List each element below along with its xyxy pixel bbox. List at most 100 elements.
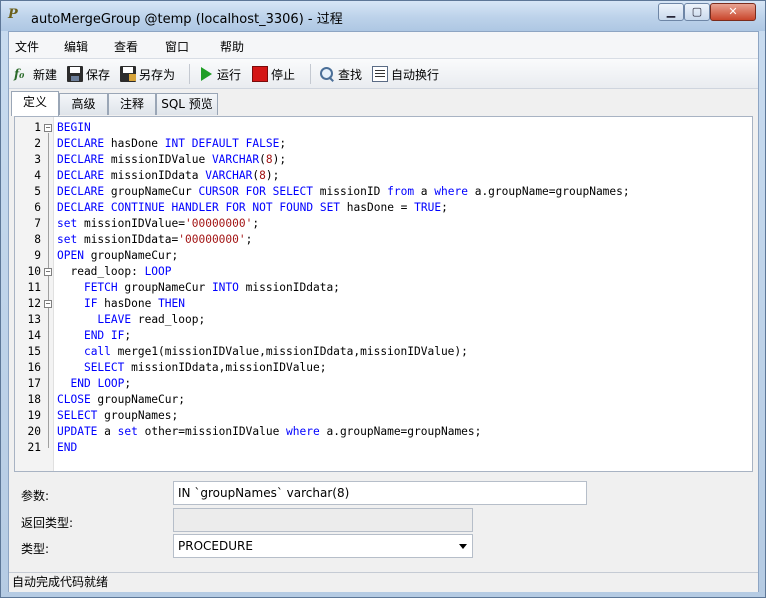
line-number: 1 xyxy=(34,121,41,134)
new-button[interactable]: f₀ 新建 xyxy=(14,65,57,83)
code-line[interactable]: 15 call merge1(missionIDValue,missionIDd… xyxy=(15,344,752,360)
code-text: DECLARE missionIDdata VARCHAR(8); xyxy=(57,169,280,182)
code-text: set missionIDdata='00000000'; xyxy=(57,233,253,246)
code-line[interactable]: 16 SELECT missionIDdata,missionIDValue; xyxy=(15,360,752,376)
line-number: 14 xyxy=(27,329,41,342)
line-number: 7 xyxy=(34,217,41,230)
code-text: call merge1(missionIDValue,missionIDdata… xyxy=(83,345,468,358)
code-line[interactable]: 17 END LOOP; xyxy=(15,376,752,392)
find-button[interactable]: 查找 xyxy=(319,65,362,83)
code-line[interactable]: 6 DECLARE CONTINUE HANDLER FOR NOT FOUND … xyxy=(15,200,752,216)
find-label: 查找 xyxy=(338,67,363,82)
line-number: 11 xyxy=(27,281,41,294)
close-button[interactable]: ✕ xyxy=(710,3,756,21)
code-line[interactable]: 4 DECLARE missionIDdata VARCHAR(8); xyxy=(15,168,752,184)
save-as-label: 另存为 xyxy=(139,67,176,82)
code-line[interactable]: 19 SELECT groupNames; xyxy=(15,408,752,424)
stop-label: 停止 xyxy=(271,67,296,82)
maximize-button[interactable]: ▢ xyxy=(684,3,710,21)
window-title: autoMergeGroup @temp (localhost_3306) - … xyxy=(31,12,343,27)
toolbar-separator xyxy=(189,64,190,84)
procedure-icon: P xyxy=(8,7,18,22)
code-line[interactable]: 3 DECLARE missionIDValue VARCHAR(8); xyxy=(15,152,752,168)
menu-file[interactable]: 文件 xyxy=(15,38,39,55)
code-line[interactable]: 8 set missionIDdata='00000000'; xyxy=(15,232,752,248)
menu-bar: 文件 编辑 查看 窗口 帮助 xyxy=(9,32,758,59)
stop-button[interactable]: 停止 xyxy=(252,65,295,83)
code-text: set missionIDValue='00000000'; xyxy=(57,217,260,230)
word-wrap-label: 自动换行 xyxy=(391,67,440,82)
line-number: 3 xyxy=(34,153,41,166)
fold-toggle-icon[interactable]: − xyxy=(44,124,52,132)
minimize-button[interactable]: ▁ xyxy=(658,3,684,21)
code-text: IF hasDone THEN xyxy=(83,297,186,310)
tab-comment[interactable]: 注释 xyxy=(108,93,156,115)
code-text: DECLARE hasDone INT DEFAULT FALSE; xyxy=(57,137,287,150)
title-bar[interactable]: P autoMergeGroup @temp (localhost_3306) … xyxy=(1,1,765,31)
tab-strip: 定义 高级 注释 SQL 预览 xyxy=(9,91,758,116)
tab-sql-preview[interactable]: SQL 预览 xyxy=(156,93,218,115)
menu-window[interactable]: 窗口 xyxy=(165,38,189,55)
save-label: 保存 xyxy=(86,67,111,82)
code-line[interactable]: 10− read_loop: LOOP xyxy=(15,264,752,280)
code-line[interactable]: 1− BEGIN xyxy=(15,120,752,136)
line-number: 9 xyxy=(34,249,41,262)
type-label: 类型: xyxy=(21,542,50,556)
line-number: 13 xyxy=(27,313,41,326)
save-as-button[interactable]: 另存为 xyxy=(120,65,175,83)
code-text: DECLARE groupNameCur CURSOR FOR SELECT m… xyxy=(57,185,630,198)
run-icon xyxy=(198,66,214,82)
code-line[interactable]: 20 UPDATE a set other=missionIDValue wher… xyxy=(15,424,752,440)
menu-view[interactable]: 查看 xyxy=(114,38,138,55)
code-line[interactable]: 9 OPEN groupNameCur; xyxy=(15,248,752,264)
save-icon xyxy=(67,66,83,82)
code-text: FETCH groupNameCur INTO missionIDdata; xyxy=(83,281,340,294)
line-number: 4 xyxy=(34,169,41,182)
word-wrap-button[interactable]: 自动换行 xyxy=(372,65,439,83)
params-input[interactable]: IN `groupNames` varchar(8) xyxy=(173,481,587,505)
code-editor[interactable]: 1− BEGIN 2 DECLARE hasDone INT DEFAULT FALS… xyxy=(14,116,753,472)
menu-help[interactable]: 帮助 xyxy=(220,38,244,55)
new-function-icon: f₀ xyxy=(14,67,25,81)
line-number: 8 xyxy=(34,233,41,246)
toolbar: f₀ 新建 保存 另存为 运行 停止 查找 自动换行 xyxy=(9,59,758,89)
code-line[interactable]: 21 END xyxy=(15,440,752,456)
code-text: OPEN groupNameCur; xyxy=(57,249,179,262)
code-text: END xyxy=(57,441,78,454)
line-number: 19 xyxy=(27,409,41,422)
return-type-label: 返回类型: xyxy=(21,516,74,530)
run-button[interactable]: 运行 xyxy=(198,65,241,83)
fold-toggle-icon[interactable]: − xyxy=(44,300,52,308)
line-number: 10 xyxy=(27,265,41,278)
code-line[interactable]: 14 END IF; xyxy=(15,328,752,344)
code-text: BEGIN xyxy=(57,121,91,134)
save-button[interactable]: 保存 xyxy=(67,65,110,83)
save-as-icon xyxy=(120,66,136,82)
return-type-input xyxy=(173,508,473,532)
type-select[interactable]: PROCEDURE xyxy=(173,534,473,558)
code-line[interactable]: 12− IF hasDone THEN xyxy=(15,296,752,312)
fold-toggle-icon[interactable]: − xyxy=(44,268,52,276)
tab-advanced[interactable]: 高级 xyxy=(59,93,108,115)
params-label: 参数: xyxy=(21,489,50,503)
code-line[interactable]: 13 LEAVE read_loop; xyxy=(15,312,752,328)
code-line[interactable]: 2 DECLARE hasDone INT DEFAULT FALSE; xyxy=(15,136,752,152)
code-text: END IF; xyxy=(83,329,132,342)
line-number: 12 xyxy=(27,297,41,310)
line-number: 15 xyxy=(27,345,41,358)
line-number: 21 xyxy=(27,441,41,454)
toolbar-separator xyxy=(310,64,311,84)
word-wrap-icon xyxy=(372,66,388,82)
menu-edit[interactable]: 编辑 xyxy=(64,38,88,55)
code-text: CLOSE groupNameCur; xyxy=(57,393,185,406)
line-number: 6 xyxy=(34,201,41,214)
status-bar: 自动完成代码就绪 xyxy=(9,572,758,592)
tab-definition[interactable]: 定义 xyxy=(11,91,59,116)
code-text: UPDATE a set other=missionIDValue where … xyxy=(57,425,482,438)
code-line[interactable]: 11 FETCH groupNameCur INTO missionIDdata… xyxy=(15,280,752,296)
client-area: 文件 编辑 查看 窗口 帮助 f₀ 新建 保存 另存为 运行 停止 查找 自动换… xyxy=(8,31,759,592)
line-number: 18 xyxy=(27,393,41,406)
code-line[interactable]: 5 DECLARE groupNameCur CURSOR FOR SELECT … xyxy=(15,184,752,200)
code-line[interactable]: 18 CLOSE groupNameCur; xyxy=(15,392,752,408)
code-line[interactable]: 7 set missionIDValue='00000000'; xyxy=(15,216,752,232)
